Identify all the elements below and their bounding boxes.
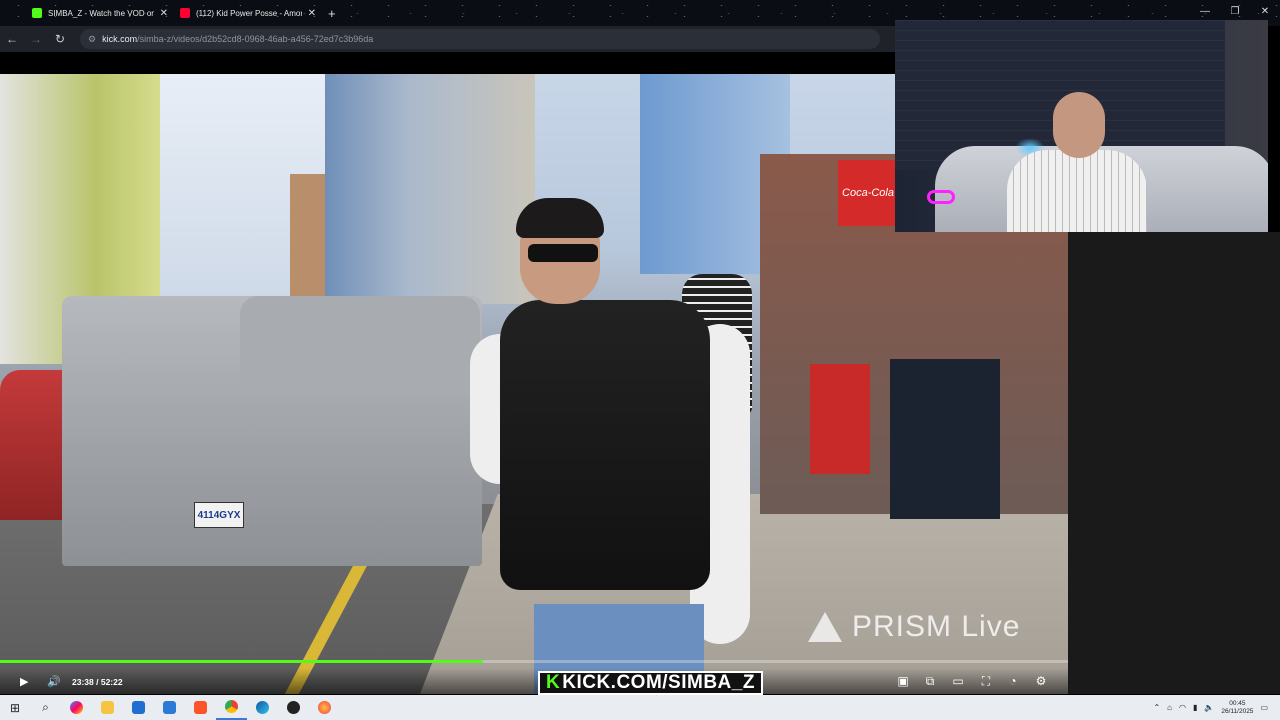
network-icon[interactable]: ⌂ <box>1167 703 1172 712</box>
outlook-icon[interactable] <box>154 695 185 720</box>
site-info-icon[interactable]: ⚙ <box>88 34 96 45</box>
time-separator: / <box>93 677 101 687</box>
tab-title: SIMBA_Z - Watch the VOD on K <box>48 8 154 18</box>
edge-icon[interactable] <box>247 695 278 720</box>
coca-cola-sign: Coca-Cola <box>838 160 898 226</box>
url-field[interactable]: ⚙ kick.com/simba-z/videos/d2b52cd8-0968-… <box>80 29 880 49</box>
progress-fill <box>0 660 483 663</box>
system-tray: ⌃ ⌂ ◠ ▮ 🔈 00:45 26/11/2025 ▭ <box>1153 695 1280 720</box>
pinstripe-jersey <box>1007 150 1147 232</box>
volume-icon[interactable]: 🔊 <box>47 675 61 688</box>
sunglasses <box>528 244 598 262</box>
prism-live-watermark: PRISM Live <box>808 610 1020 644</box>
forward-icon[interactable]: → <box>24 32 48 46</box>
firefox-icon[interactable] <box>309 695 340 720</box>
pip-icon[interactable]: ⧉ <box>920 674 940 689</box>
crate-stack <box>890 359 1000 519</box>
youtube-icon <box>180 8 190 18</box>
current-time: 23:38 <box>72 677 94 687</box>
reload-icon[interactable]: ↻ <box>48 32 72 46</box>
battery-icon[interactable]: ▮ <box>1193 703 1197 712</box>
back-icon[interactable]: ← <box>0 32 24 46</box>
streamer-face <box>1053 92 1105 158</box>
tab-youtube[interactable]: (112) Kid Power Posse - Amor D ✕ <box>174 2 322 24</box>
search-icon[interactable]: ⌕ <box>30 695 61 720</box>
windows-start-icon[interactable]: ⊞ <box>0 695 30 720</box>
settings-icon[interactable]: ⚙ <box>1031 674 1051 688</box>
play-icon[interactable]: ▶ <box>20 675 28 688</box>
license-plate: 4114GYX <box>194 502 244 528</box>
obs-icon[interactable] <box>278 695 309 720</box>
notifications-icon[interactable]: ▭ <box>1260 703 1268 712</box>
progress-bar[interactable] <box>0 660 1068 663</box>
kick-icon <box>32 8 42 18</box>
tab-title: (112) Kid Power Posse - Amor D <box>196 8 302 18</box>
time-display: 23:38 / 52:22 <box>72 677 123 687</box>
kick-overlay-text: KICK.COM/SIMBA_Z <box>562 672 755 693</box>
truck-cab <box>240 296 480 396</box>
brave-icon[interactable] <box>185 695 216 720</box>
copilot-icon[interactable] <box>61 695 92 720</box>
clock-date: 26/11/2025 <box>1221 707 1254 715</box>
webcam-overlay <box>895 20 1268 232</box>
clock-time: 00:45 <box>1229 699 1246 707</box>
fullscreen-icon[interactable]: ⛶ <box>976 674 996 689</box>
speed-icon[interactable]: ◔ <box>1003 674 1023 688</box>
file-explorer-icon[interactable] <box>92 695 123 720</box>
streamer-person <box>470 198 760 694</box>
store-icon[interactable] <box>123 695 154 720</box>
chrome-icon[interactable] <box>216 695 247 720</box>
wifi-icon[interactable]: ◠ <box>1179 703 1186 712</box>
url-path: /simba-z/videos/d2b52cd8-0968-46ab-a456-… <box>137 34 374 44</box>
prism-logo-icon <box>808 612 842 642</box>
windows-taskbar: ⊞ ⌕ ⌃ ⌂ ◠ ▮ 🔈 00:45 26/11/2025 ▭ <box>0 695 1280 720</box>
new-tab-button[interactable]: + <box>328 6 336 21</box>
duration: 52:22 <box>100 677 123 687</box>
theater-icon[interactable]: ▭ <box>948 674 968 688</box>
url-domain: kick.com <box>102 34 138 44</box>
chevron-up-icon[interactable]: ⌃ <box>1153 703 1160 712</box>
clock[interactable]: 00:45 26/11/2025 <box>1221 700 1253 716</box>
close-icon[interactable]: ✕ <box>160 8 168 19</box>
kick-k-icon: K <box>546 672 561 693</box>
red-crates <box>810 364 870 474</box>
miniplayer-icon[interactable]: ▣ <box>893 674 913 688</box>
tab-kick-vod[interactable]: SIMBA_Z - Watch the VOD on K ✕ <box>26 2 174 24</box>
right-panel <box>1068 232 1280 694</box>
address-toolbar: ← → ↻ ⚙ kick.com/simba-z/videos/d2b52cd8… <box>0 26 895 52</box>
page-header-strip <box>0 52 895 74</box>
neon-light <box>927 190 955 204</box>
volume-icon[interactable]: 🔈 <box>1204 703 1214 712</box>
close-icon[interactable]: ✕ <box>308 8 316 19</box>
kick-overlay-logo: K KICK.COM/SIMBA_Z <box>538 671 763 695</box>
watermark-text: PRISM Live <box>852 610 1021 643</box>
